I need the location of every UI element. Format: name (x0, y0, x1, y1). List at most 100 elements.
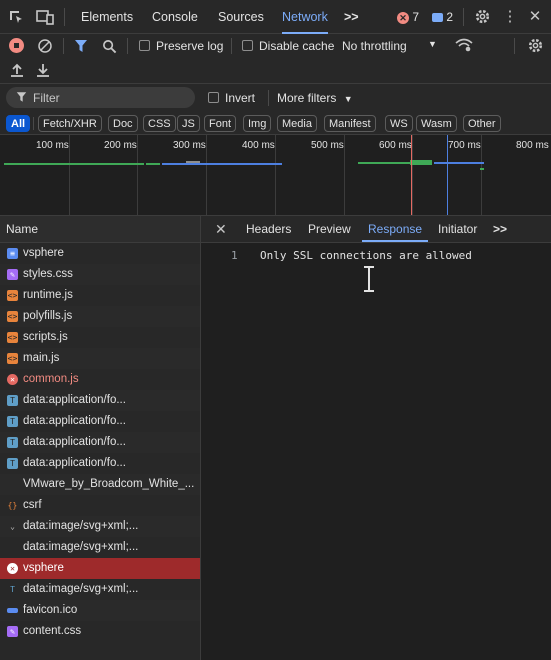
timeline-tick-label: 300 ms (173, 140, 206, 151)
timeline-bar (186, 161, 200, 163)
name-column-header[interactable]: Name (0, 216, 200, 243)
clear-icon[interactable] (37, 38, 53, 54)
request-name: polyfills.js (23, 310, 73, 322)
close-icon[interactable]: ✕ (528, 8, 542, 25)
request-row[interactable]: VMware_by_Broadcom_White_... (0, 474, 200, 495)
divider (127, 38, 128, 54)
type-filter-css[interactable]: CSS (143, 115, 176, 132)
type-filter-doc[interactable]: Doc (108, 115, 138, 132)
search-icon[interactable] (101, 38, 117, 54)
type-filter-ws[interactable]: WS (385, 115, 413, 132)
tab-headers[interactable]: Headers (246, 216, 291, 242)
request-row[interactable]: Tdata:image/svg+xml;... (0, 579, 200, 600)
timeline-overview[interactable]: 100 ms 200 ms 300 ms 400 ms 500 ms 600 m… (0, 135, 551, 216)
line-number: 1 (231, 249, 238, 262)
filter-funnel-icon[interactable] (74, 38, 88, 54)
export-har-download-icon[interactable] (36, 62, 50, 78)
message-count-badge[interactable]: 2 (432, 10, 453, 24)
divider (514, 38, 515, 54)
devtools-main-toolbar: Elements Console Sources Network >> ✕ 7 … (0, 0, 551, 34)
request-row[interactable]: Tdata:application/fo... (0, 432, 200, 453)
tab-console[interactable]: Console (152, 0, 198, 34)
throttling-select[interactable]: No throttling ▼ (342, 39, 437, 53)
more-detail-tabs-button[interactable]: >> (493, 216, 507, 242)
tab-elements[interactable]: Elements (81, 0, 133, 34)
type-filter-img[interactable]: Img (243, 115, 272, 132)
dom-content-loaded-marker (447, 135, 448, 215)
timeline-bar (146, 163, 160, 165)
tab-sources[interactable]: Sources (218, 0, 264, 34)
request-name: vsphere (23, 562, 64, 574)
type-filter-fetch-xhr[interactable]: Fetch/XHR (38, 115, 102, 132)
disable-cache-checkbox[interactable] (242, 40, 253, 51)
close-detail-icon[interactable]: ✕ (215, 221, 227, 238)
request-name: vsphere (23, 247, 64, 259)
tab-initiator[interactable]: Initiator (438, 216, 477, 242)
request-row[interactable]: ✕ vsphere (0, 558, 200, 579)
timeline-tick-label: 200 ms (104, 140, 137, 151)
request-row[interactable]: favicon.ico (0, 600, 200, 621)
request-row[interactable]: Tdata:application/fo... (0, 411, 200, 432)
request-row[interactable]: Tdata:application/fo... (0, 453, 200, 474)
request-row[interactable]: <> runtime.js (0, 285, 200, 306)
import-har-upload-icon[interactable] (10, 62, 24, 78)
detail-tabs: ✕ Headers Preview Response Initiator >> (201, 216, 551, 243)
filter-input[interactable]: Filter (6, 87, 195, 108)
filter-funnel-icon (16, 91, 27, 106)
divider (64, 8, 65, 26)
tab-response[interactable]: Response (361, 216, 429, 242)
tab-network[interactable]: Network (282, 0, 328, 34)
filter-bar: Filter Invert More filters ▼ (0, 84, 551, 112)
request-row[interactable]: ✕ common.js (0, 369, 200, 390)
request-row[interactable]: ✎ styles.css (0, 264, 200, 285)
divider (463, 8, 464, 26)
timeline-tick-label: 100 ms (36, 140, 69, 151)
type-filter-wasm[interactable]: Wasm (416, 115, 457, 132)
request-row[interactable]: <> polyfills.js (0, 306, 200, 327)
type-filter-media[interactable]: Media (277, 115, 317, 132)
request-row[interactable]: ≡ vsphere (0, 243, 200, 264)
more-tabs-button[interactable]: >> (344, 0, 359, 34)
request-row[interactable]: data:image/svg+xml;... (0, 537, 200, 558)
timeline-gridline (137, 135, 138, 215)
type-filter-other[interactable]: Other (463, 115, 501, 132)
settings-gear-icon[interactable] (474, 8, 491, 25)
disable-cache-label[interactable]: Disable cache (259, 39, 334, 53)
type-filter-font[interactable]: Font (204, 115, 237, 132)
preserve-log-checkbox[interactable] (139, 40, 150, 51)
request-name: styles.css (23, 268, 73, 280)
load-event-marker (411, 135, 412, 215)
request-row[interactable]: <> main.js (0, 348, 200, 369)
invert-label[interactable]: Invert (225, 91, 255, 105)
stylesheet-icon: ✎ (7, 626, 18, 637)
message-count: 2 (446, 10, 454, 24)
timeline-bar (434, 162, 484, 164)
record-stop-icon[interactable] (9, 38, 24, 53)
request-row[interactable]: {} csrf (0, 495, 200, 516)
divider (63, 38, 64, 54)
type-filter-js[interactable]: JS (177, 115, 200, 132)
inspect-element-icon[interactable] (8, 9, 24, 25)
error-count-badge[interactable]: ✕ 7 (397, 10, 419, 24)
request-row[interactable]: ⌄ data:image/svg+xml;... (0, 516, 200, 537)
network-settings-gear-icon[interactable] (527, 37, 544, 54)
image-icon: T (10, 585, 15, 594)
request-name: content.css (23, 625, 82, 637)
tab-preview[interactable]: Preview (308, 216, 351, 242)
type-filter-all[interactable]: All (6, 115, 31, 132)
request-row[interactable]: ✎ content.css (0, 621, 200, 642)
type-filter-manifest[interactable]: Manifest (324, 115, 376, 132)
more-options-icon[interactable]: ⋮ (503, 8, 518, 25)
network-conditions-wifi-icon[interactable] (455, 37, 473, 53)
request-row[interactable]: Tdata:application/fo... (0, 390, 200, 411)
request-name: favicon.ico (23, 604, 78, 616)
request-name: data:application/fo... (23, 415, 126, 427)
divider (231, 38, 232, 54)
request-row[interactable]: <> scripts.js (0, 327, 200, 348)
invert-checkbox[interactable] (208, 92, 219, 103)
more-filters-dropdown[interactable]: More filters ▼ (277, 91, 353, 105)
font-icon: T (7, 437, 18, 448)
preserve-log-label[interactable]: Preserve log (156, 39, 223, 53)
device-toolbar-icon[interactable] (36, 9, 54, 25)
request-rows: ≡ vsphere ✎ styles.css <> runtime.js <> polyfil… (0, 243, 200, 642)
